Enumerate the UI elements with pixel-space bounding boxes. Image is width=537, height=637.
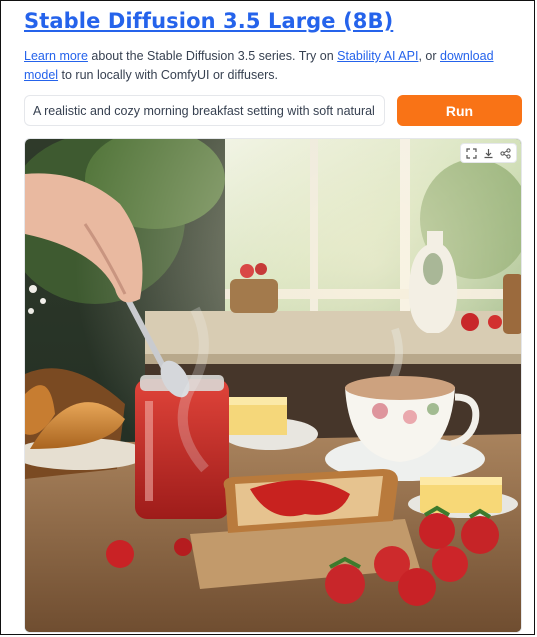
description-text-3: to run locally with ComfyUI or diffusers… (58, 68, 279, 82)
generated-image-panel (24, 138, 522, 633)
app-frame: Stable Diffusion 3.5 Large (8B) Learn mo… (0, 0, 535, 635)
learn-more-link[interactable]: Learn more (24, 49, 88, 63)
fullscreen-icon[interactable] (464, 146, 479, 160)
share-icon[interactable] (498, 146, 513, 160)
prompt-input[interactable] (24, 95, 385, 126)
description-text-2: , or (418, 49, 440, 63)
description: Learn more about the Stable Diffusion 3.… (24, 47, 519, 85)
page-title[interactable]: Stable Diffusion 3.5 Large (8B) (24, 9, 393, 33)
generated-image (25, 139, 521, 632)
image-toolbar (460, 143, 517, 163)
download-icon[interactable] (481, 146, 496, 160)
description-text-1: about the Stable Diffusion 3.5 series. T… (87, 49, 338, 63)
stability-api-link[interactable]: Stability AI API (337, 49, 418, 63)
run-button[interactable]: Run (397, 95, 522, 126)
